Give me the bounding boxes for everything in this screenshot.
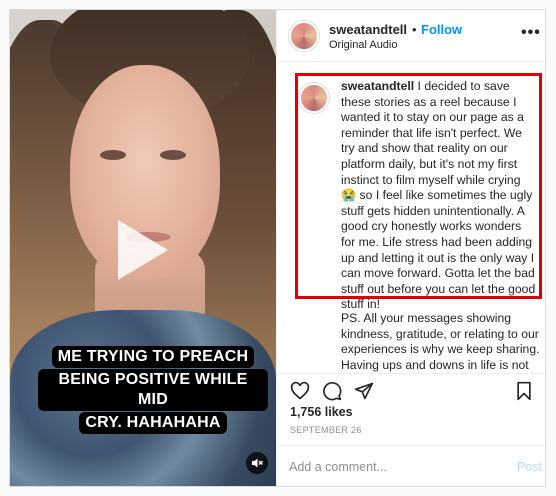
share-icon[interactable] (354, 381, 374, 401)
likes-count[interactable]: 1,756 likes (290, 405, 353, 419)
ps-comment-text: PS. All your messages showing kindness, … (341, 311, 540, 372)
video-caption: ME TRYING TO PREACH BEING POSITIVE WHILE… (38, 346, 268, 435)
video-eye-right (160, 150, 186, 160)
follow-button[interactable]: Follow (421, 22, 462, 37)
video-eye-left (100, 150, 126, 160)
action-bar (277, 373, 545, 401)
video-caption-line: BEING POSITIVE WHILE MID (38, 369, 268, 411)
heart-icon[interactable] (290, 381, 310, 401)
video-caption-line: CRY. HAHAHAHA (79, 412, 227, 434)
reel-video[interactable]: ME TRYING TO PREACH BEING POSITIVE WHILE… (10, 10, 276, 486)
audio-link[interactable]: Original Audio (329, 39, 398, 51)
add-comment-bar: Post (277, 445, 545, 486)
add-comment-input[interactable] (289, 458, 489, 476)
save-bookmark-icon[interactable] (514, 381, 534, 401)
post-comment-button[interactable]: Post (517, 460, 542, 474)
comments-section[interactable]: sweatandtell I decided to save these sto… (277, 63, 545, 373)
video-caption-line: ME TRYING TO PREACH (51, 346, 255, 368)
caption-comment: sweatandtell I decided to save these sto… (341, 79, 537, 313)
post-date[interactable]: SEPTEMBER 26 (290, 425, 362, 435)
play-icon[interactable] (118, 220, 168, 280)
comment-icon[interactable] (322, 381, 342, 401)
username-link[interactable]: sweatandtell (329, 22, 407, 37)
avatar[interactable] (289, 21, 319, 51)
separator-dot: • (412, 22, 417, 37)
avatar[interactable] (299, 83, 329, 113)
more-options-icon[interactable]: ••• (521, 24, 541, 42)
comment-username[interactable]: sweatandtell (341, 79, 414, 93)
post-side-panel: sweatandtell • Follow Original Audio •••… (276, 10, 545, 486)
post-header: sweatandtell • Follow Original Audio ••• (277, 10, 545, 62)
page-background: ME TRYING TO PREACH BEING POSITIVE WHILE… (0, 0, 556, 496)
muted-speaker-icon[interactable] (246, 452, 268, 474)
muted-speaker-icon-svg (252, 458, 263, 468)
comment-text: I decided to save these stories as a ree… (341, 79, 536, 312)
instagram-post-card: ME TRYING TO PREACH BEING POSITIVE WHILE… (9, 9, 546, 487)
